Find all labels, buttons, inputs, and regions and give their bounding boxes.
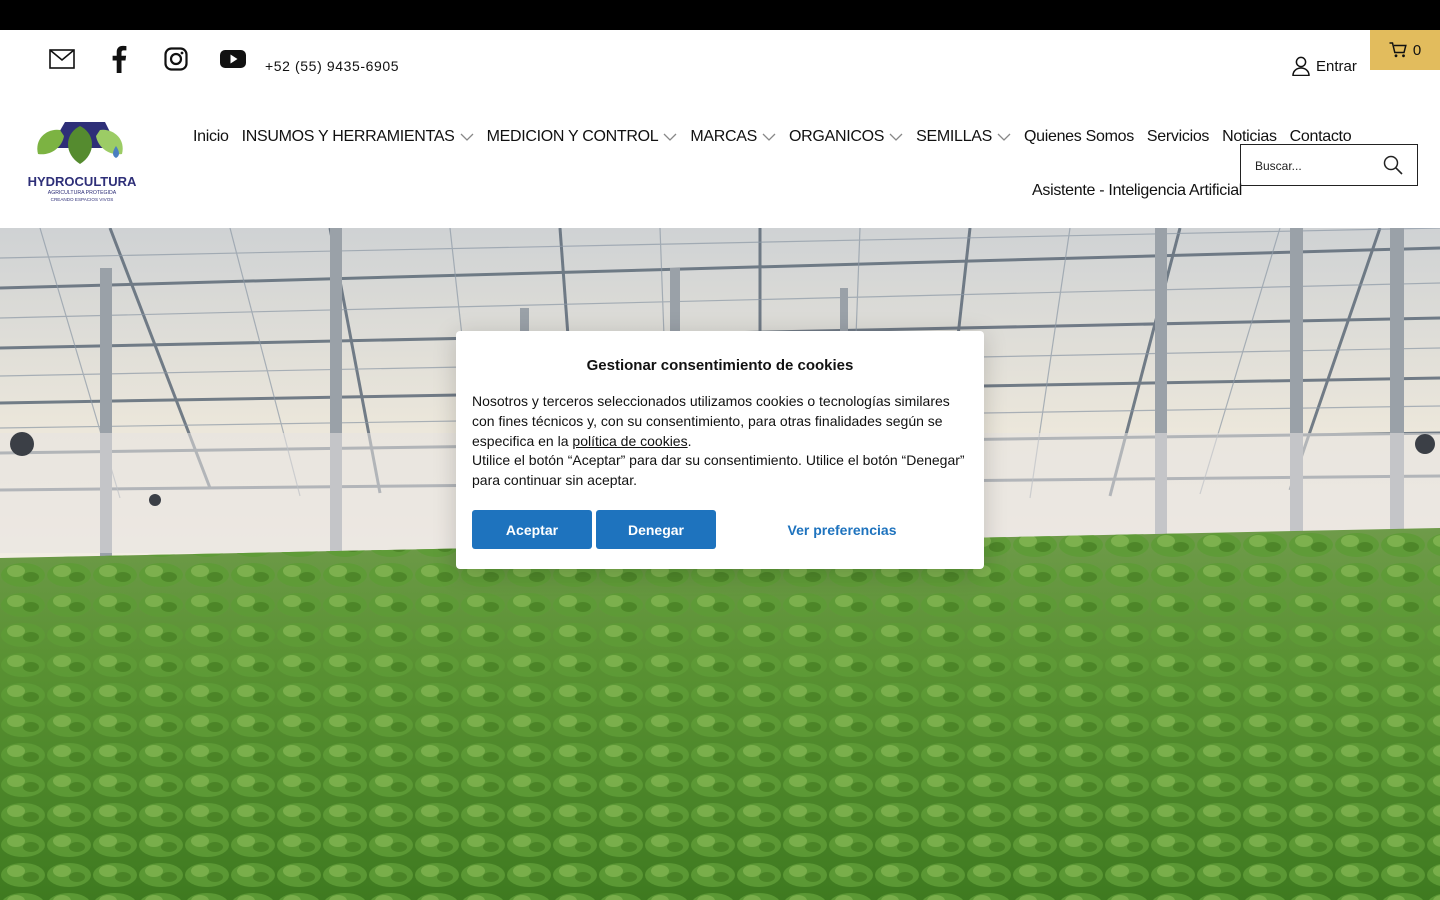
nav-label: SEMILLAS bbox=[916, 128, 992, 145]
nav-item-asistente-ia[interactable]: Asistente - Inteligencia Artificial bbox=[1032, 182, 1242, 200]
chevron-down-icon bbox=[663, 133, 677, 141]
accept-cookies-button[interactable]: Aceptar bbox=[472, 510, 592, 549]
cart-icon bbox=[1389, 42, 1407, 58]
nav-item-inicio[interactable]: Inicio bbox=[193, 128, 229, 146]
deny-cookies-button[interactable]: Denegar bbox=[596, 510, 716, 549]
facebook-icon[interactable] bbox=[104, 44, 134, 74]
nav-label: Servicios bbox=[1146, 128, 1210, 145]
hydrocultura-logo[interactable]: HYDROCULTURA AGRICULTURA PROTEGIDA CREAN… bbox=[20, 120, 145, 206]
cart-count: 0 bbox=[1412, 41, 1422, 59]
chevron-down-icon bbox=[460, 133, 474, 141]
nav-item-quienes-somos[interactable]: Quienes Somos bbox=[1024, 128, 1134, 146]
nav-item-marcas[interactable]: MARCAS bbox=[690, 128, 776, 146]
cookie-text-instructions: Utilice el botón “Aceptar” para dar su c… bbox=[472, 452, 965, 489]
nav-label: INSUMOS Y HERRAMIENTAS bbox=[241, 128, 455, 145]
cookie-consent-dialog: Gestionar consentimiento de cookies Noso… bbox=[456, 331, 984, 569]
phone-number[interactable]: +52 (55) 9435-6905 bbox=[265, 58, 399, 74]
cookie-text-period: . bbox=[687, 432, 692, 449]
nav-label: Quienes Somos bbox=[1023, 128, 1134, 145]
logo-wordmark: HYDROCULTURA bbox=[28, 174, 137, 189]
chevron-down-icon bbox=[762, 133, 776, 141]
login-link[interactable]: Entrar bbox=[1292, 56, 1357, 76]
site-header: HYDROCULTURA AGRICULTURA PROTEGIDA CREAN… bbox=[0, 102, 1440, 228]
logo-tagline: AGRICULTURA PROTEGIDA bbox=[48, 190, 117, 196]
top-announcement-bar bbox=[0, 0, 1440, 30]
search-input[interactable] bbox=[1253, 145, 1382, 187]
nav-item-medicion[interactable]: MEDICION Y CONTROL bbox=[487, 128, 678, 146]
nav-label: MEDICION Y CONTROL bbox=[486, 128, 659, 145]
cookie-text-intro: Nosotros y terceros seleccionados utiliz… bbox=[472, 393, 950, 449]
user-icon bbox=[1292, 56, 1310, 76]
cart-button[interactable]: 0 bbox=[1370, 30, 1440, 70]
nav-item-insumos[interactable]: INSUMOS Y HERRAMIENTAS bbox=[242, 128, 474, 146]
email-icon[interactable] bbox=[47, 44, 77, 74]
nav-label: ORGANICOS bbox=[789, 128, 885, 145]
cookie-policy-link[interactable]: política de cookies bbox=[572, 433, 687, 449]
login-label: Entrar bbox=[1316, 57, 1357, 75]
cookie-dialog-title: Gestionar consentimiento de cookies bbox=[586, 357, 854, 374]
instagram-icon[interactable] bbox=[161, 44, 191, 74]
youtube-icon[interactable] bbox=[218, 44, 248, 74]
chevron-down-icon bbox=[997, 133, 1011, 141]
view-preferences-button[interactable]: Ver preferencias bbox=[720, 510, 964, 549]
chevron-down-icon bbox=[889, 133, 903, 141]
nav-label: Inicio bbox=[193, 128, 229, 145]
cookie-dialog-text: Nosotros y terceros seleccionados utiliz… bbox=[472, 392, 972, 491]
logo-subtagline: CREANDO ESPACIOS VIVOS bbox=[51, 197, 114, 202]
nav-item-servicios[interactable]: Servicios bbox=[1146, 128, 1210, 146]
nav-item-organicos[interactable]: ORGANICOS bbox=[789, 128, 903, 146]
main-nav: Inicio INSUMOS Y HERRAMIENTAS MEDICION Y… bbox=[193, 128, 1352, 146]
nav-item-semillas[interactable]: SEMILLAS bbox=[916, 128, 1011, 146]
search-icon[interactable] bbox=[1383, 155, 1403, 175]
search-box bbox=[1240, 144, 1418, 187]
nav-label: MARCAS bbox=[690, 128, 758, 145]
utility-bar: +52 (55) 9435-6905 Entrar 0 bbox=[0, 30, 1440, 102]
